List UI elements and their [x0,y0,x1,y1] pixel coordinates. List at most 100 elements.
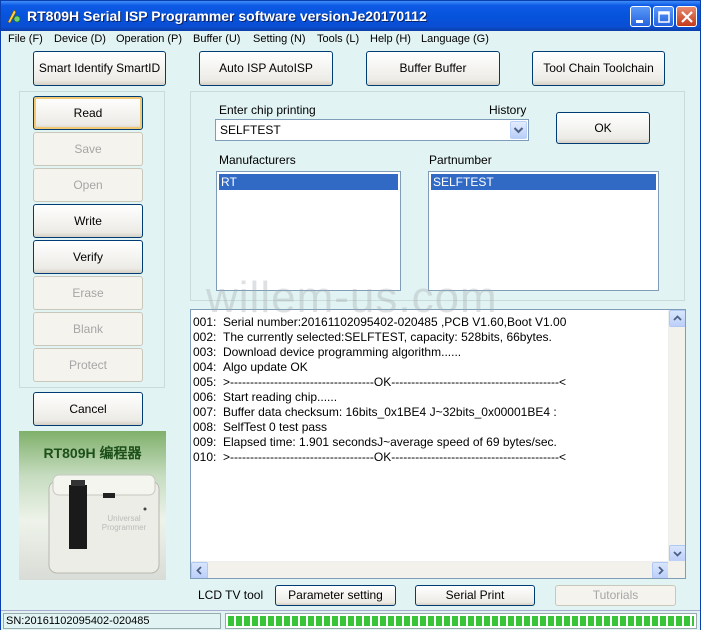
menu-buffer[interactable]: Buffer (U) [193,33,240,45]
menu-setting[interactable]: Setting (N) [253,33,306,45]
read-button[interactable]: Read [33,96,143,130]
tool-chain-label: Tool Chain Toolchain [543,61,654,75]
partnumber-list-item[interactable]: SELFTEST [431,174,656,190]
log-line: 002: The currently selected:SELFTEST, cap… [193,330,552,344]
scroll-right-button[interactable] [652,562,669,578]
save-label: Save [74,142,102,156]
title-bar[interactable]: RT809H Serial ISP Programmer software ve… [1,1,700,31]
log-line: 003: Download device programming algorith… [193,345,461,359]
menu-file[interactable]: File (F) [8,33,43,45]
buffer-button[interactable]: Buffer Buffer [366,51,500,86]
smart-identify-label: Smart Identify SmartID [38,61,161,75]
buffer-label: Buffer Buffer [399,61,467,75]
log-line: 008: SelfTest 0 test pass [193,420,327,434]
menu-bar: File (F) Device (D) Operation (P) Buffer… [1,31,700,49]
serial-print-button[interactable]: Serial Print [415,585,535,606]
verify-label: Verify [72,250,103,264]
save-button[interactable]: Save [33,132,143,166]
app-icon [7,9,21,24]
app-window: RT809H Serial ISP Programmer software ve… [0,0,701,630]
log-line: 004: Algo update OK [193,360,308,374]
log-line-number: 005: [193,375,217,389]
open-label: Open [73,178,103,192]
scroll-down-button[interactable] [669,545,685,562]
chip-input-combo[interactable]: SELFTEST [215,119,529,141]
scroll-up-icon [673,315,682,321]
scroll-down-icon [673,551,682,557]
partnumber-label: Partnumber [429,153,492,167]
tutorials-button[interactable]: Tutorials [555,585,676,606]
auto-isp-button[interactable]: Auto ISP AutoISP [199,51,333,86]
log-output[interactable]: 001: Serial number:20161102095402-020485 … [190,309,686,579]
lcd-tv-tool-label: LCD TV tool [198,588,264,602]
programmer-device-icon [48,474,160,574]
log-line: 010: >-----------------------------------… [193,450,566,464]
log-line-number: 009: [193,435,217,449]
log-line-text: The currently selected:SELFTEST, capacit… [223,330,552,344]
menu-tools[interactable]: Tools (L) [317,33,359,45]
serial-number-status: SN:20161102095402-020485 [3,613,221,629]
progress-fill [228,616,694,626]
scroll-left-icon [196,566,202,575]
write-label: Write [74,214,102,228]
log-line: 005: >-----------------------------------… [193,375,566,389]
parameter-setting-button[interactable]: Parameter setting [275,585,396,606]
maximize-icon [658,11,670,23]
log-line-text: Start reading chip...... [223,390,338,404]
tool-chain-button[interactable]: Tool Chain Toolchain [532,51,665,86]
auto-isp-label: Auto ISP AutoISP [219,61,313,75]
close-button[interactable] [676,6,697,27]
open-button[interactable]: Open [33,168,143,202]
manufacturers-label: Manufacturers [219,153,296,167]
menu-language[interactable]: Language (G) [421,33,489,45]
status-bar: SN:20161102095402-020485 [1,610,700,630]
cancel-button[interactable]: Cancel [33,392,143,426]
log-line-text: Algo update OK [223,360,308,374]
manufacturer-list-item[interactable]: RT [219,174,398,190]
log-line-number: 010: [193,450,217,464]
blank-button[interactable]: Blank [33,312,143,346]
enter-chip-label: Enter chip printing [219,103,316,117]
log-line-text: Buffer data checksum: 16bits_0x1BE4 J~32… [223,405,557,419]
progress-bar [225,613,697,629]
scroll-left-button[interactable] [191,562,208,578]
tutorials-label: Tutorials [592,588,639,602]
log-line-text: SelfTest 0 test pass [223,420,328,434]
log-line-number: 006: [193,390,217,404]
write-button[interactable]: Write [33,204,143,238]
log-horizontal-scrollbar[interactable] [191,561,669,578]
log-line-text: >------------------------------------OK-… [223,375,567,389]
smart-identify-button[interactable]: Smart Identify SmartID [33,51,166,86]
cancel-label: Cancel [69,402,107,416]
history-dropdown-button[interactable] [510,121,527,139]
close-icon [681,11,693,23]
log-line-text: Elapsed time: 1.901 secondsJ~average spe… [223,435,557,449]
log-line-number: 008: [193,420,217,434]
menu-help[interactable]: Help (H) [370,33,411,45]
ok-label: OK [594,121,612,135]
history-label: History [489,103,527,117]
blank-label: Blank [72,322,104,336]
verify-button[interactable]: Verify [33,240,143,274]
protect-label: Protect [68,358,107,372]
log-line: 009: Elapsed time: 1.901 secondsJ~average… [193,435,557,449]
log-vertical-scrollbar[interactable] [668,310,685,562]
programmer-device-image: RT809H 编程器 Universal Programmer [19,431,166,580]
minimize-button[interactable] [630,6,651,27]
log-line-number: 003: [193,345,217,359]
erase-label: Erase [72,286,104,300]
menu-device[interactable]: Device (D) [54,33,106,45]
log-line: 006: Start reading chip...... [193,390,337,404]
device-body-text: Universal Programmer [101,514,147,532]
read-label: Read [73,106,103,120]
scroll-up-button[interactable] [669,310,685,327]
parameter-setting-label: Parameter setting [288,588,383,602]
log-line-number: 007: [193,405,217,419]
menu-operation[interactable]: Operation (P) [116,33,182,45]
maximize-button[interactable] [653,6,674,27]
log-line-number: 004: [193,360,217,374]
erase-button[interactable]: Erase [33,276,143,310]
ok-button[interactable]: OK [556,112,650,144]
scrollbar-corner [668,561,685,578]
protect-button[interactable]: Protect [33,348,143,382]
